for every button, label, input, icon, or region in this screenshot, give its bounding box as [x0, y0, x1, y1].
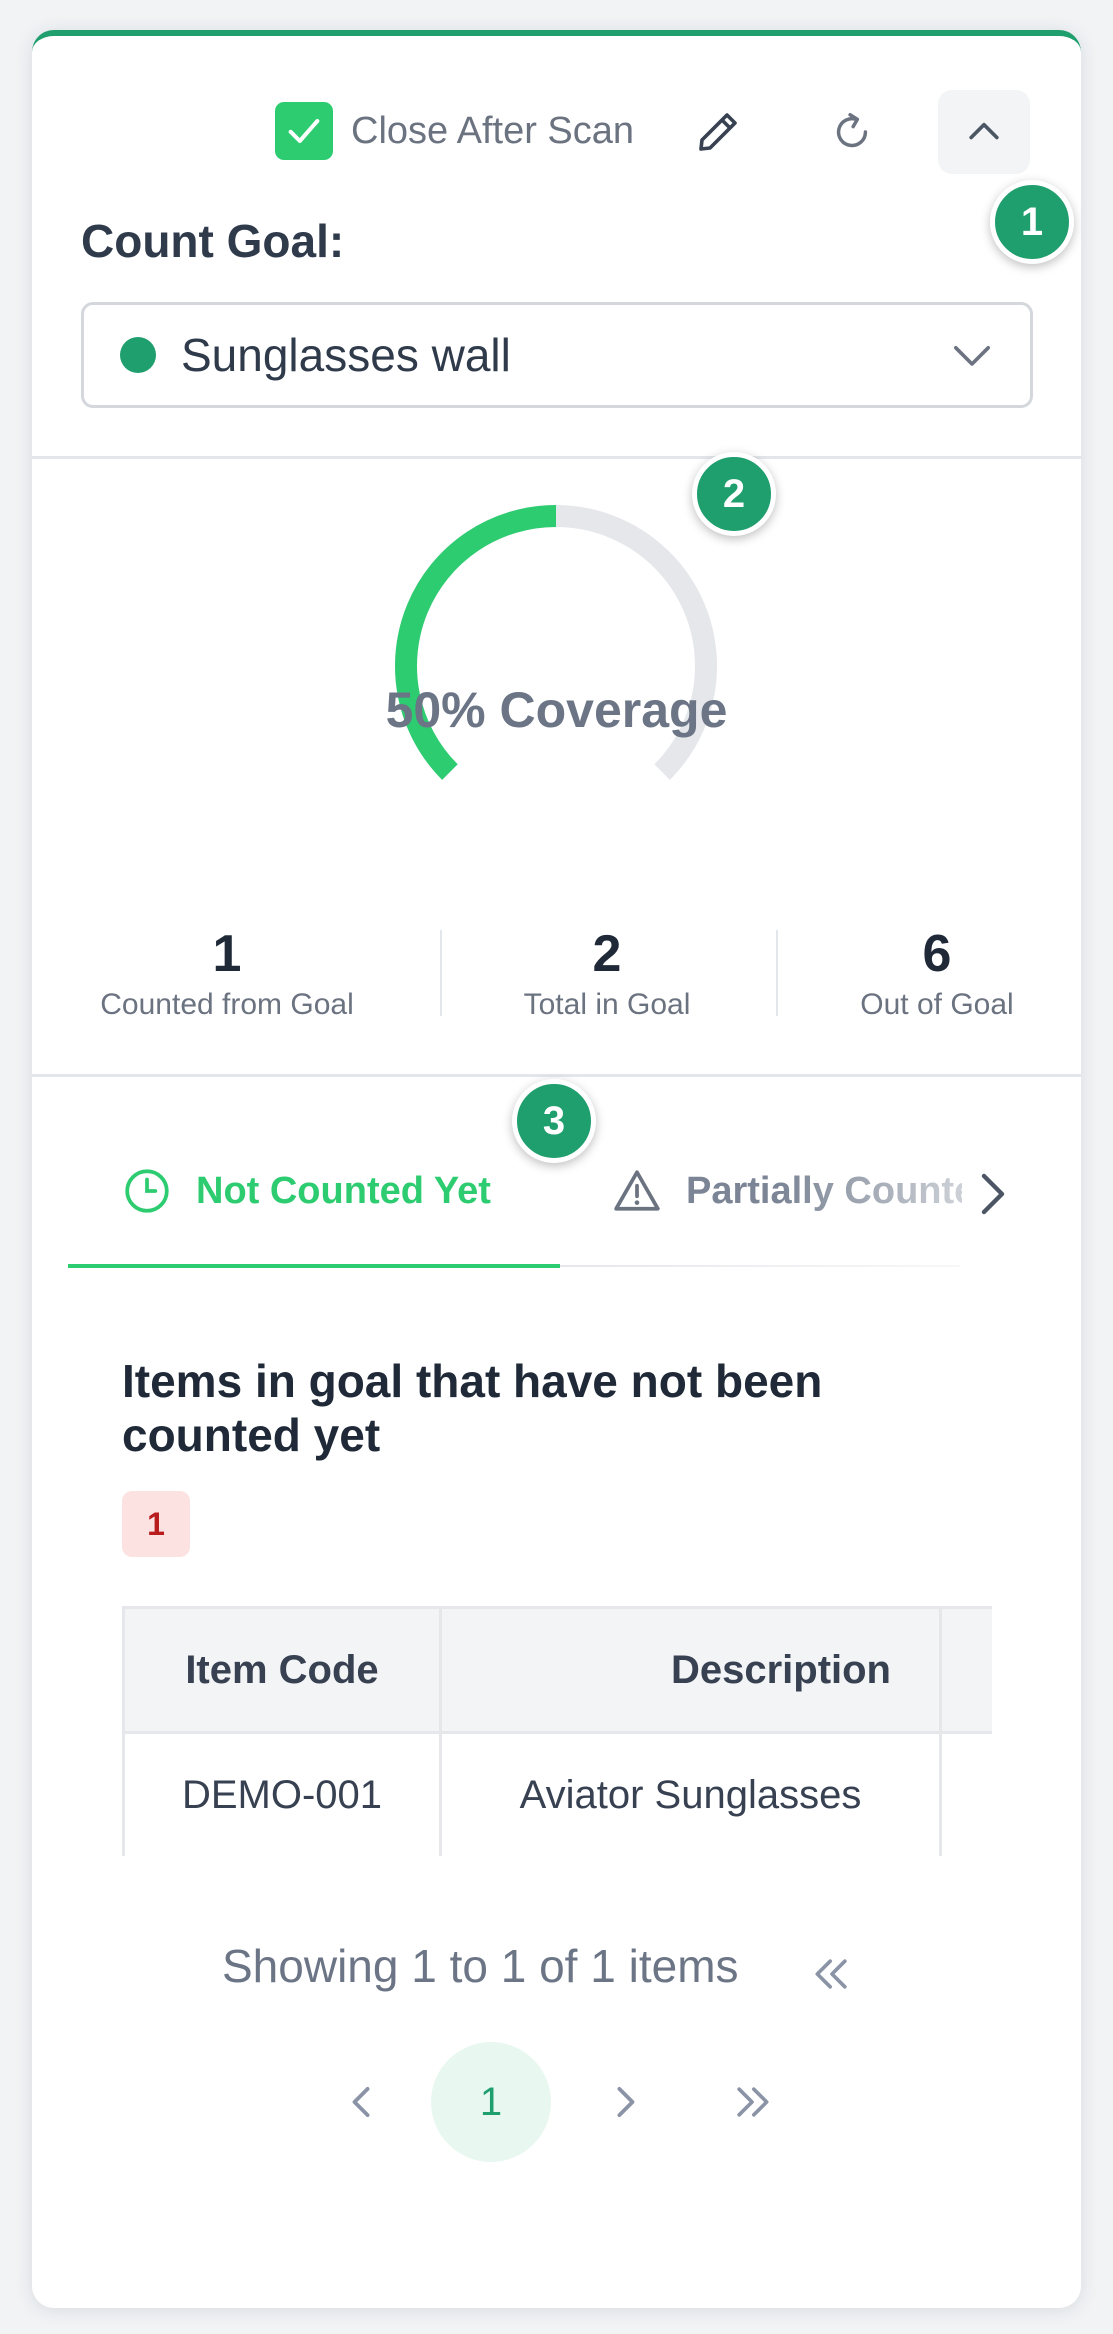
stat-value: 1 [212, 925, 242, 983]
stat-label: Total in Goal [523, 988, 691, 1021]
tour-step-badge-3[interactable]: 3 [512, 1079, 596, 1163]
table-row[interactable]: DEMO-001 Aviator Sunglasses 729 [122, 1731, 992, 1856]
coverage-gauge [395, 505, 717, 780]
tab-partially-counted[interactable]: Partially Counted [612, 1166, 962, 1216]
tab-label: Partially Counted [686, 1169, 962, 1212]
stat-out-of-goal: 6 Out of Goal [792, 924, 1081, 1022]
stat-total-in-goal: 2 Total in Goal [452, 924, 762, 1022]
stat-value: 2 [592, 925, 622, 983]
active-tab-indicator [68, 1264, 560, 1268]
previous-page-button[interactable] [332, 2072, 392, 2132]
tab-not-counted-yet[interactable]: Not Counted Yet [122, 1166, 491, 1216]
table-header-row: Item Code Description [122, 1606, 992, 1734]
tab-label: Not Counted Yet [196, 1169, 491, 1212]
count-goal-panel: Close After Scan 1 Count Goal: Sunglasse… [32, 30, 1081, 2308]
stat-value: 6 [922, 925, 952, 983]
double-chevron-left-icon [815, 1959, 847, 1989]
stats-divider [32, 1074, 1081, 1077]
items-count-badge: 1 [122, 1491, 190, 1557]
cell-item-code: DEMO-001 [122, 1731, 442, 1856]
stat-label: Out of Goal [860, 988, 1014, 1021]
clock-icon [125, 1169, 169, 1213]
column-header-description[interactable]: Description [439, 1606, 942, 1734]
cell-extra: 729 [939, 1731, 992, 1856]
items-table-scroll[interactable]: Item Code Description DEMO-001 Aviator S… [122, 1606, 992, 1856]
items-table: Item Code Description DEMO-001 Aviator S… [122, 1606, 992, 1856]
cell-description: Aviator Sunglasses [439, 1731, 942, 1856]
chevron-right-icon [617, 2087, 635, 2117]
tour-step-badge-2[interactable]: 2 [692, 452, 776, 536]
coverage-label: 50% Coverage [385, 682, 728, 738]
tab-scroll-right-button[interactable] [962, 1164, 1022, 1224]
stat-counted-from-goal: 1 Counted from Goal [72, 924, 382, 1022]
stat-separator [776, 930, 778, 1016]
tab-bar-line [560, 1265, 960, 1267]
next-page-button[interactable] [595, 2072, 655, 2132]
stat-separator [440, 930, 442, 1016]
warning-icon [614, 1170, 660, 1211]
column-header-extra[interactable] [939, 1606, 992, 1734]
goal-stats: 1 Counted from Goal 2 Total in Goal 6 Ou… [32, 924, 1081, 1034]
section-title: Items in goal that have not been counted… [122, 1355, 823, 1461]
stat-label: Counted from Goal [100, 988, 354, 1021]
first-page-button[interactable] [802, 1944, 862, 2004]
last-page-button[interactable] [722, 2072, 782, 2132]
page-button-current[interactable]: 1 [431, 2042, 551, 2162]
chevron-right-icon [981, 1173, 1005, 1215]
chevron-left-icon [352, 2087, 370, 2117]
double-chevron-right-icon [737, 2087, 769, 2117]
pagination-info: Showing 1 to 1 of 1 items [222, 1940, 739, 1992]
column-header-item-code[interactable]: Item Code [122, 1606, 442, 1734]
